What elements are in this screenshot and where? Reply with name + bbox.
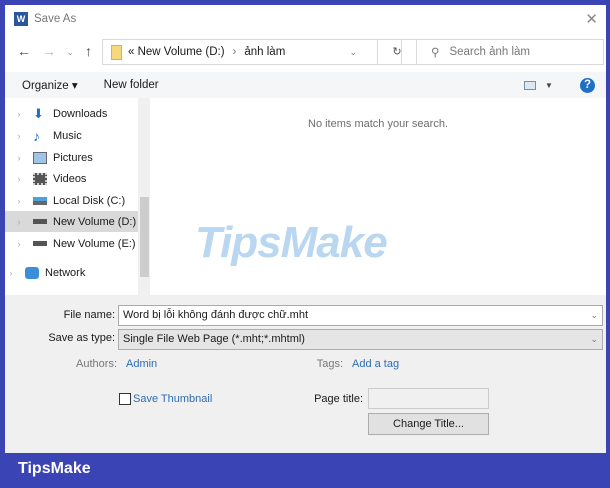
search-placeholder: Search ảnh làm — [449, 46, 530, 58]
word-icon: W — [14, 12, 28, 26]
breadcrumb-anh-lam[interactable]: ảnh làm — [244, 46, 285, 58]
drive-icon — [33, 219, 47, 224]
back-icon[interactable]: ← — [17, 43, 31, 59]
sidebar-item-label: New Volume (D:) — [53, 215, 137, 228]
empty-message: No items match your search. — [308, 118, 448, 130]
sidebar-item-label: Videos — [53, 172, 87, 185]
sidebar-item-network[interactable]: › Network — [0, 262, 130, 283]
toolbar: Organize ▾ New folder ▼ ? — [5, 72, 606, 98]
save-type-label: Save as type: — [48, 332, 115, 344]
drive-icon — [33, 241, 47, 246]
help-icon[interactable]: ? — [580, 77, 595, 93]
sidebar-item-new-volume-e[interactable]: › New Volume (E:) — [5, 233, 138, 254]
tipsmake-banner: TipsMake — [18, 460, 91, 477]
sidebar-item-label: Network — [45, 266, 86, 279]
sidebar-item-label: Music — [53, 129, 82, 142]
up-icon[interactable]: ↑ — [85, 43, 92, 59]
sidebar-item-new-volume-d[interactable]: › New Volume (D:) — [5, 211, 138, 232]
file-name-value: Word bị lỗi không đánh được chữ.mht — [123, 309, 308, 321]
download-icon: ⬇ — [33, 105, 44, 121]
drive-icon — [33, 196, 47, 205]
save-type-select[interactable]: Single File Web Page (*.mht;*.mhtml) ⌄ — [118, 329, 603, 350]
breadcrumb-new-volume[interactable]: New Volume (D:) — [138, 46, 225, 58]
network-icon — [25, 266, 39, 279]
music-icon: ♪ — [33, 127, 40, 144]
videos-icon — [33, 172, 47, 185]
view-icon[interactable] — [524, 80, 536, 90]
save-type-value: Single File Web Page (*.mht;*.mhtml) — [123, 333, 305, 345]
sidebar-item-label: New Volume (E:) — [53, 237, 136, 250]
new-folder-button[interactable]: New folder — [104, 79, 159, 91]
sidebar-item-local-disk-c[interactable]: › Local Disk (C:) — [5, 190, 138, 211]
file-list[interactable]: No items match your search. TipsMake — [150, 98, 606, 295]
chevron-down-icon[interactable]: ⌄ — [349, 47, 357, 58]
save-thumbnail-label[interactable]: Save Thumbnail — [133, 393, 212, 405]
save-options: File name: Word bị lỗi không đánh được c… — [5, 295, 606, 453]
file-name-label: File name: — [63, 309, 115, 321]
title-bar: W Save As ✕ — [5, 5, 606, 33]
save-thumbnail-checkbox[interactable] — [119, 393, 131, 405]
sidebar-item-music[interactable]: › ♪ Music — [5, 125, 138, 146]
folder-icon — [111, 44, 122, 60]
file-name-input[interactable]: Word bị lỗi không đánh được chữ.mht ⌄ — [118, 305, 603, 326]
pictures-icon — [33, 151, 47, 164]
chevron-down-icon[interactable]: ⌄ — [590, 306, 598, 325]
watermark: TipsMake — [195, 218, 388, 267]
recent-chevron-icon[interactable]: ⌄ — [67, 48, 74, 57]
sidebar-item-label: Downloads — [53, 107, 108, 120]
sidebar-item-downloads[interactable]: › ⬇ Downloads — [5, 103, 138, 124]
add-tag-link[interactable]: Add a tag — [352, 358, 399, 370]
sidebar-item-pictures[interactable]: › Pictures — [5, 147, 138, 168]
change-title-button[interactable]: Change Title... — [368, 413, 489, 435]
sidebar-item-label: Local Disk (C:) — [53, 194, 126, 207]
search-input[interactable]: ⚲ Search ảnh làm — [416, 39, 604, 65]
authors-value[interactable]: Admin — [126, 358, 157, 370]
navigation-bar: ← → ⌄ ↑ « New Volume (D:) › ảnh làm ⌄ ↻ … — [5, 38, 606, 66]
dialog-title: Save As — [34, 13, 77, 25]
address-bar[interactable]: « New Volume (D:) › ảnh làm ⌄ — [102, 39, 402, 65]
scrollbar-thumb[interactable] — [140, 197, 149, 277]
page-title-label: Page title: — [314, 393, 363, 405]
authors-label: Authors: — [76, 358, 117, 370]
organize-button[interactable]: Organize ▾ — [22, 78, 78, 92]
chevron-down-icon: ⌄ — [590, 334, 598, 344]
close-icon[interactable]: ✕ — [585, 10, 598, 28]
page-title-input[interactable] — [368, 388, 489, 409]
sidebar-item-label: Pictures — [53, 151, 93, 164]
search-icon: ⚲ — [431, 47, 440, 59]
navigation-pane: › ⬇ Downloads › ♪ Music › Pictures › Videos › L… — [5, 98, 150, 295]
tags-label: Tags: — [316, 358, 343, 370]
view-chevron-icon[interactable]: ▼ — [545, 81, 553, 90]
sidebar-item-videos[interactable]: › Videos — [5, 168, 138, 189]
save-as-dialog: W Save As ✕ ← → ⌄ ↑ « New Volume (D:) › … — [5, 5, 606, 453]
forward-icon[interactable]: → — [42, 43, 56, 59]
refresh-button[interactable]: ↻ — [377, 39, 417, 65]
path-overflow[interactable]: « — [128, 46, 134, 58]
